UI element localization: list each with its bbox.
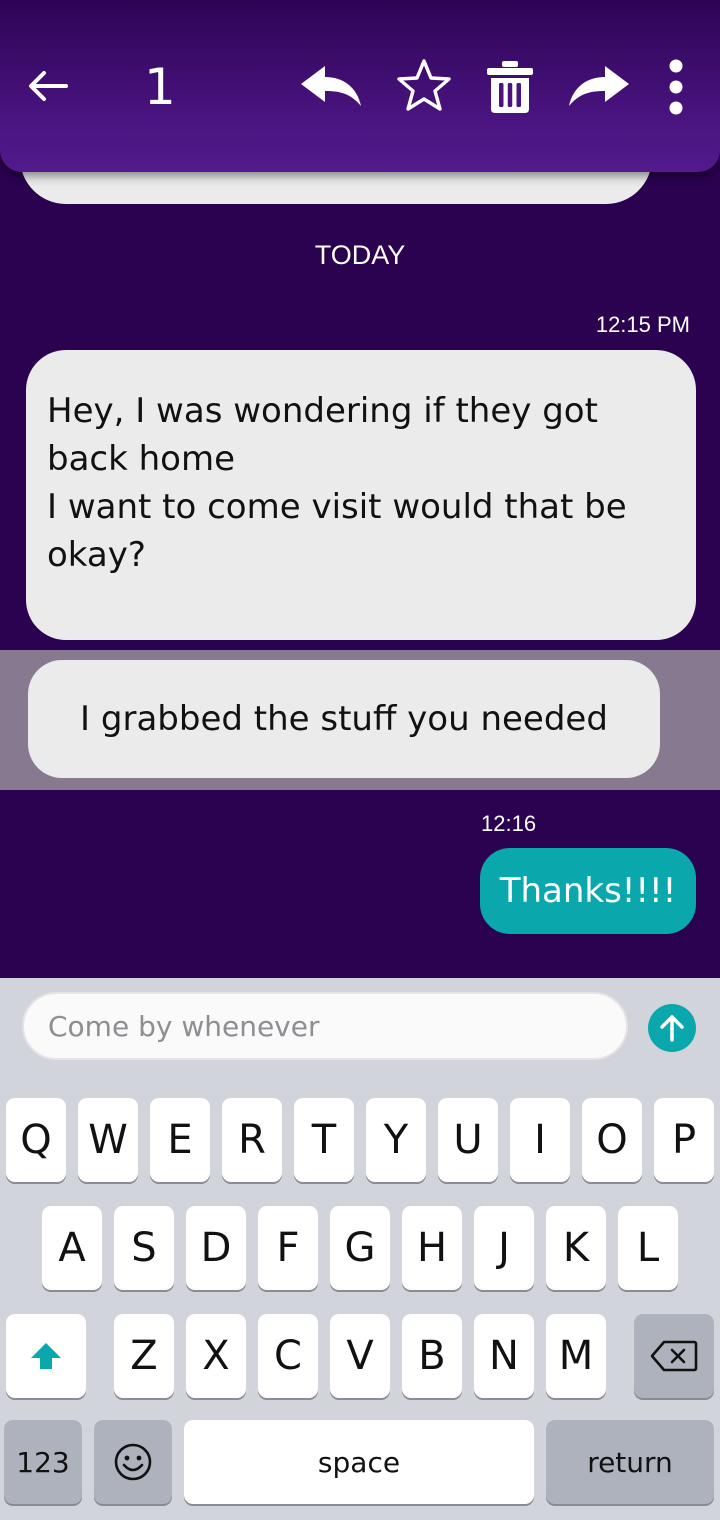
backspace-key[interactable]: [634, 1314, 714, 1398]
arrow-up-icon: [660, 1015, 684, 1042]
forward-icon[interactable]: [566, 60, 632, 112]
backspace-icon: [650, 1340, 698, 1372]
star-icon[interactable]: [394, 56, 454, 116]
message-line: Hey, I was wondering if they got: [47, 391, 598, 431]
selection-toolbar: 1: [0, 0, 720, 172]
message-line: I want to come visit would that be: [47, 487, 627, 527]
day-separator: TODAY: [314, 240, 406, 270]
key-h[interactable]: H: [402, 1206, 462, 1290]
key-s[interactable]: S: [114, 1206, 174, 1290]
shift-icon: [31, 1343, 61, 1369]
key-f[interactable]: F: [258, 1206, 318, 1290]
message-timestamp: 12:16: [481, 811, 537, 836]
message-line: okay?: [47, 535, 146, 575]
key-d[interactable]: D: [186, 1206, 246, 1290]
return-key[interactable]: return: [546, 1420, 714, 1504]
key-m[interactable]: M: [546, 1314, 606, 1398]
reply-icon[interactable]: [298, 60, 364, 112]
key-e[interactable]: E: [150, 1098, 210, 1182]
key-v[interactable]: V: [330, 1314, 390, 1398]
more-vert-icon[interactable]: [656, 56, 696, 118]
space-key[interactable]: space: [184, 1420, 534, 1504]
send-button[interactable]: [648, 1004, 696, 1052]
emoji-key[interactable]: [94, 1420, 172, 1504]
selected-count: 1: [144, 58, 176, 116]
key-w[interactable]: W: [78, 1098, 138, 1182]
key-l[interactable]: L: [618, 1206, 678, 1290]
emoji-icon: [114, 1443, 152, 1481]
message-input[interactable]: [22, 992, 628, 1060]
key-a[interactable]: A: [42, 1206, 102, 1290]
message-line: back home: [47, 439, 235, 479]
key-y[interactable]: Y: [366, 1098, 426, 1182]
key-i[interactable]: I: [510, 1098, 570, 1182]
key-r[interactable]: R: [222, 1098, 282, 1182]
key-p[interactable]: P: [654, 1098, 714, 1182]
key-j[interactable]: J: [474, 1206, 534, 1290]
key-x[interactable]: X: [186, 1314, 246, 1398]
message-timestamp: 12:15 PM: [595, 312, 690, 337]
incoming-message-bubble[interactable]: Hey, I was wondering if they got back ho…: [26, 350, 696, 640]
key-q[interactable]: Q: [6, 1098, 66, 1182]
outgoing-message-bubble[interactable]: Thanks!!!!: [480, 848, 696, 934]
key-o[interactable]: O: [582, 1098, 642, 1182]
on-screen-keyboard: Q W E R T Y U I O P A S D F G H J K L Z …: [0, 1080, 720, 1520]
selected-message-bubble[interactable]: I grabbed the stuff you needed: [28, 660, 660, 778]
key-c[interactable]: C: [258, 1314, 318, 1398]
back-arrow-icon[interactable]: [22, 60, 74, 112]
key-g[interactable]: G: [330, 1206, 390, 1290]
key-t[interactable]: T: [294, 1098, 354, 1182]
shift-key[interactable]: [6, 1314, 86, 1398]
key-k[interactable]: K: [546, 1206, 606, 1290]
key-z[interactable]: Z: [114, 1314, 174, 1398]
numbers-key[interactable]: 123: [4, 1420, 82, 1504]
key-b[interactable]: B: [402, 1314, 462, 1398]
trash-icon[interactable]: [482, 58, 538, 116]
key-u[interactable]: U: [438, 1098, 498, 1182]
key-n[interactable]: N: [474, 1314, 534, 1398]
